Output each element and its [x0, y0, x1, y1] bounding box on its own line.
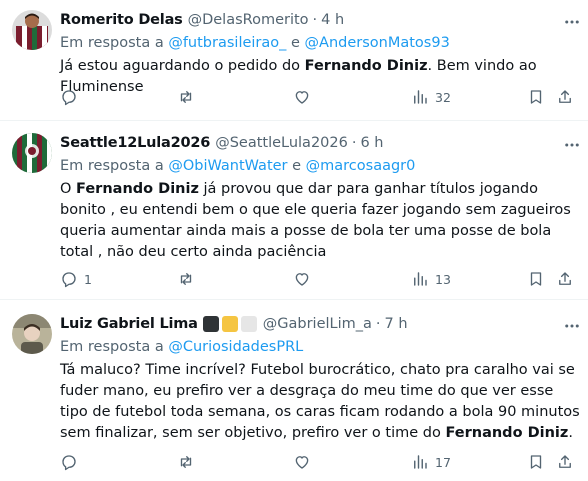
view-count: 17 — [435, 454, 451, 470]
reply-prefix: Em resposta a — [60, 158, 164, 174]
separator: · — [312, 12, 318, 28]
reply-icon — [60, 453, 78, 471]
tweet-1[interactable]: Romerito Delas @DelasRomerito · 4 h Em r… — [0, 0, 588, 121]
reply-count: 1 — [84, 271, 92, 287]
retweet-button[interactable] — [177, 87, 201, 107]
bookmark-icon — [527, 270, 545, 288]
highlighted-term: Fernando Diniz — [304, 58, 428, 74]
reply-context: Em resposta a @ObiWantWater e @marcosaag… — [60, 155, 580, 177]
author-handle[interactable]: @DelasRomerito — [188, 12, 309, 28]
tweet-3[interactable]: Luiz Gabriel Lima @GabrielLim_a · 7 h Em… — [0, 300, 588, 481]
reply-conjunction: e — [291, 35, 300, 51]
highlighted-term: Fernando Diniz — [76, 181, 199, 197]
reply-mention[interactable]: @marcosaagr0 — [306, 158, 416, 174]
avatar[interactable] — [12, 10, 52, 50]
text-segment: . — [568, 425, 573, 441]
retweet-button[interactable] — [177, 269, 201, 289]
reply-mention[interactable]: @futbrasileirao_ — [168, 35, 286, 51]
reply-context: Em resposta a @futbrasileirao_ e @Anders… — [60, 32, 580, 54]
share-icon — [556, 88, 574, 106]
badge-dark — [202, 316, 219, 332]
more-icon[interactable] — [562, 316, 582, 336]
views-icon — [411, 453, 429, 471]
badge-light — [240, 316, 257, 332]
author-handle[interactable]: @GabrielLim_a — [263, 316, 372, 332]
heart-icon — [293, 453, 311, 471]
more-icon[interactable] — [562, 12, 582, 32]
reply-button[interactable] — [60, 87, 84, 107]
like-button[interactable] — [293, 87, 317, 107]
share-button[interactable] — [556, 269, 574, 289]
reply-button[interactable]: 1 — [60, 269, 92, 289]
more-icon[interactable] — [562, 135, 582, 155]
author-handle[interactable]: @SeattleLula2026 — [215, 135, 348, 151]
action-bar: 17 — [60, 452, 580, 472]
retweet-icon — [177, 270, 195, 288]
views-icon — [411, 270, 429, 288]
views-icon — [411, 88, 429, 106]
view-count: 13 — [435, 271, 451, 287]
views-button[interactable]: 17 — [411, 452, 451, 472]
profile-badges — [202, 316, 257, 332]
reply-icon — [60, 270, 78, 288]
avatar[interactable] — [12, 314, 52, 354]
timestamp[interactable]: 6 h — [360, 135, 383, 151]
retweet-button[interactable] — [177, 452, 201, 472]
reply-conjunction: e — [292, 158, 302, 174]
author-name[interactable]: Romerito Delas — [60, 12, 183, 28]
separator: · — [351, 135, 357, 151]
highlighted-term: Fernando Diniz — [445, 425, 569, 441]
author-name[interactable]: Seattle12Lula2026 — [60, 135, 210, 151]
heart-icon — [293, 88, 311, 106]
reply-context: Em resposta a @CuriosidadesPRL — [60, 336, 580, 358]
views-button[interactable]: 32 — [411, 87, 451, 107]
share-button[interactable] — [556, 452, 574, 472]
reply-icon — [60, 88, 78, 106]
bookmark-button[interactable] — [527, 452, 545, 472]
bookmark-button[interactable] — [527, 87, 545, 107]
action-bar: 32 — [60, 87, 580, 107]
bookmark-button[interactable] — [527, 269, 545, 289]
like-button[interactable] — [293, 269, 317, 289]
reply-mention[interactable]: @ObiWantWater — [168, 158, 287, 174]
view-count: 32 — [435, 89, 451, 105]
tweet-text: Tá maluco? Time incrível? Futebol burocr… — [60, 360, 580, 444]
like-button[interactable] — [293, 452, 317, 472]
share-icon — [556, 270, 574, 288]
reply-button[interactable] — [60, 452, 84, 472]
timestamp[interactable]: 4 h — [321, 12, 344, 28]
share-button[interactable] — [556, 87, 574, 107]
retweet-icon — [177, 88, 195, 106]
action-bar: 1 13 — [60, 269, 580, 289]
separator: · — [375, 316, 381, 332]
badge-yellow — [221, 316, 238, 332]
reply-mention[interactable]: @CuriosidadesPRL — [168, 339, 303, 355]
tweet-text: O Fernando Diniz já provou que dar para … — [60, 179, 580, 263]
text-segment: O — [60, 181, 77, 197]
author-name[interactable]: Luiz Gabriel Lima — [60, 316, 198, 332]
reply-prefix: Em resposta a — [60, 35, 164, 51]
views-button[interactable]: 13 — [411, 269, 451, 289]
share-icon — [556, 453, 574, 471]
text-segment: Já estou aguardando o pedido do — [60, 58, 305, 74]
heart-icon — [293, 270, 311, 288]
avatar[interactable] — [12, 133, 52, 173]
bookmark-icon — [527, 453, 545, 471]
reply-prefix: Em resposta a — [60, 339, 164, 355]
timestamp[interactable]: 7 h — [385, 316, 408, 332]
bookmark-icon — [527, 88, 545, 106]
reply-mention[interactable]: @AndersonMatos93 — [305, 35, 450, 51]
tweet-2[interactable]: Seattle12Lula2026 @SeattleLula2026 · 6 h… — [0, 121, 588, 300]
retweet-icon — [177, 453, 195, 471]
